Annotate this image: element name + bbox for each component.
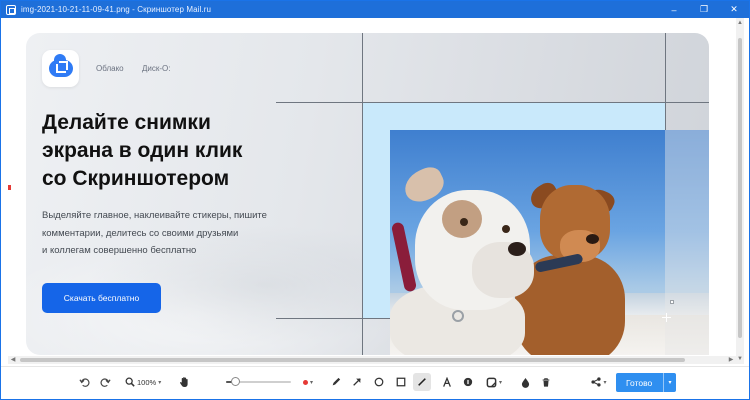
pen-icon [332, 377, 341, 386]
window-controls: – ❐ ✕ [659, 1, 749, 18]
chevron-down-icon: ▾ [309, 379, 313, 386]
title-bar: img-2021-10-21-11-09-41.png - Скриншотер… [1, 1, 749, 18]
chevron-down-icon[interactable]: ▾ [664, 379, 676, 386]
number-marker-icon [463, 377, 473, 387]
scroll-down-icon[interactable]: ▼ [736, 354, 744, 364]
undo-button[interactable] [77, 373, 91, 391]
screenshot-app-icon [6, 4, 16, 15]
arrow-tool-button[interactable] [350, 373, 364, 391]
chevron-down-icon: ▾ [498, 379, 502, 386]
magnifier-icon [125, 377, 135, 387]
headline-line: Делайте снимки [42, 111, 211, 134]
trash-icon [542, 377, 550, 387]
blur-drop-icon [521, 377, 529, 388]
hero-description: Выделяйте главное, наклеивайте стикеры, … [42, 207, 342, 260]
chevron-down-icon: ▾ [158, 379, 162, 386]
ellipse-tool-button[interactable] [372, 373, 386, 391]
cloud-icon [48, 54, 73, 77]
description-line: комментарии, делитесь со своими друзьями [42, 227, 239, 239]
share-icon [591, 377, 602, 387]
window-title: img-2021-10-21-11-09-41.png - Скриншотер… [21, 5, 212, 14]
hand-tool-button[interactable] [177, 373, 191, 391]
photo-shade [665, 130, 709, 355]
white-dog-nose [508, 242, 526, 256]
nav-link-oblako[interactable]: Облако [96, 64, 124, 73]
scroll-right-icon[interactable]: ▶ [726, 356, 736, 364]
dog-collar [390, 221, 418, 293]
editor-toolbar: 100% ▾ ▾ ▾ ▾ Готово ▾ [1, 366, 749, 396]
crop-icon [58, 61, 68, 70]
left-resize-handle[interactable] [8, 185, 11, 190]
zoom-level: 100% [137, 377, 157, 387]
headline-line: экрана в один клик [42, 139, 243, 162]
selection-handle[interactable] [670, 300, 674, 304]
selected-color-swatch [302, 379, 308, 385]
arrow-icon [353, 378, 361, 386]
scroll-left-icon[interactable]: ◀ [8, 356, 18, 364]
brown-dog-nose [586, 234, 599, 244]
maximize-button[interactable]: ❐ [689, 1, 719, 18]
chevron-down-icon: ▾ [603, 379, 607, 386]
minimize-button[interactable]: – [659, 1, 689, 18]
undo-icon [78, 377, 89, 387]
done-button[interactable]: Готово ▾ [616, 373, 676, 392]
collar-tag [452, 310, 464, 322]
text-tool-button[interactable] [441, 373, 453, 391]
color-picker-button[interactable]: ▾ [298, 373, 318, 391]
redo-icon [100, 377, 111, 387]
guide-line [362, 33, 363, 355]
done-button-label: Готово [626, 377, 653, 388]
share-button[interactable]: ▾ [589, 373, 609, 391]
slider-handle[interactable] [231, 377, 241, 386]
rectangle-tool-button[interactable] [394, 373, 408, 391]
line-icon [418, 378, 426, 386]
redo-button[interactable] [98, 373, 112, 391]
screenshot-editor-window: img-2021-10-21-11-09-41.png - Скриншотер… [0, 0, 750, 400]
delete-button[interactable] [540, 373, 552, 391]
sticker-icon [486, 377, 497, 387]
scrollbar-thumb[interactable] [20, 358, 685, 362]
crosshair-cursor-icon [662, 313, 671, 322]
description-line: Выделяйте главное, наклеивайте стикеры, … [42, 210, 267, 221]
zoom-control[interactable]: 100% ▾ [125, 373, 169, 391]
number-marker-button[interactable] [462, 373, 474, 391]
app-logo [42, 50, 79, 87]
guide-line [276, 102, 709, 103]
nav-link-disk-o[interactable]: Диск-О: [142, 64, 171, 73]
square-icon [396, 377, 406, 387]
circle-icon [374, 377, 384, 387]
hero-headline: Делайте снимки экрана в один клик со Скр… [42, 109, 342, 193]
headline-line: со Скриншотером [42, 167, 230, 190]
scroll-up-icon[interactable]: ▲ [736, 18, 744, 28]
hand-icon [179, 377, 188, 388]
vertical-scrollbar[interactable]: ▲ ▼ [736, 18, 744, 364]
blur-tool-button[interactable] [519, 373, 531, 391]
sticker-tool-button[interactable]: ▾ [482, 373, 506, 391]
text-icon [443, 376, 451, 387]
close-button[interactable]: ✕ [719, 1, 749, 18]
horizontal-scrollbar[interactable]: ◀ ▶ [8, 356, 736, 364]
scrollbar-thumb[interactable] [738, 38, 742, 338]
description-line: и коллегам совершенно бесплатно [42, 245, 197, 256]
download-free-button[interactable]: Скачать бесплатно [42, 283, 161, 313]
white-dog-eye [502, 225, 510, 233]
line-tool-button[interactable] [413, 373, 431, 391]
pen-tool-button[interactable] [329, 373, 343, 391]
white-dog-eye [460, 218, 468, 226]
